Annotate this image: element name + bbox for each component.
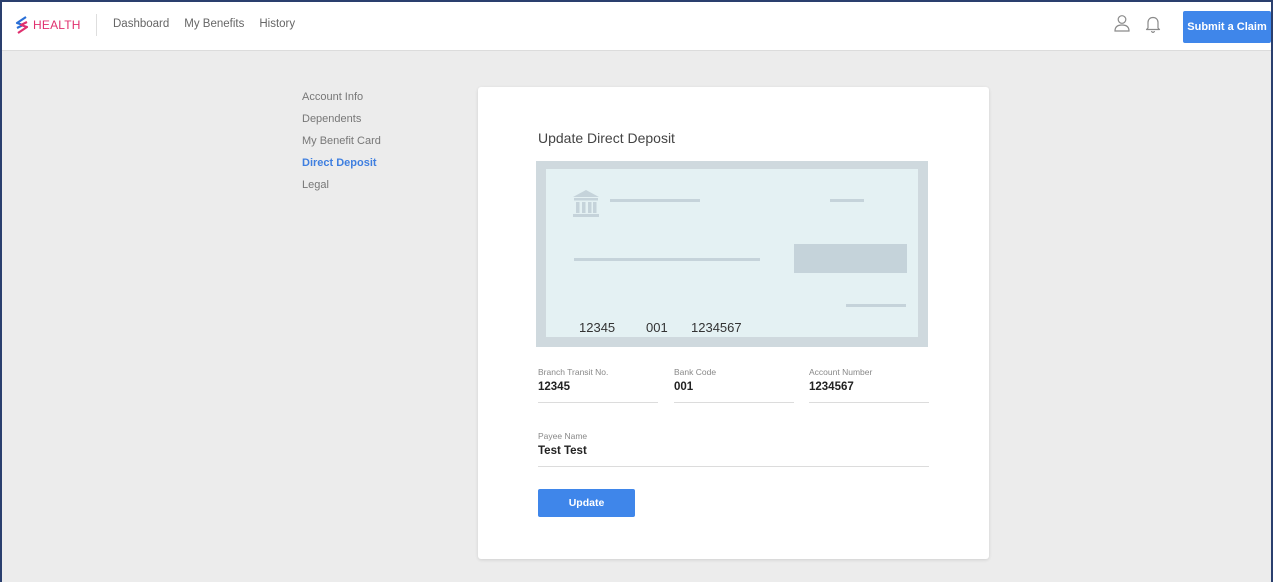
- logo-icon: [15, 16, 29, 34]
- cheque-micr-numbers: 12345 001 1234567: [579, 320, 742, 335]
- bank-icon: [573, 190, 599, 217]
- branch-transit-input[interactable]: [538, 381, 658, 393]
- payee-name-input[interactable]: [538, 445, 929, 457]
- payee-name-field: Payee Name: [538, 431, 929, 467]
- cheque-signature-line: [846, 304, 906, 307]
- bank-code-input[interactable]: [674, 381, 794, 393]
- bell-icon[interactable]: [1142, 13, 1164, 35]
- sidebar-item-direct-deposit[interactable]: Direct Deposit: [302, 156, 381, 178]
- bank-code-label: Bank Code: [674, 367, 717, 377]
- update-button[interactable]: Update: [538, 489, 635, 517]
- sidebar-item-account-info[interactable]: Account Info: [302, 90, 381, 112]
- brand-logo[interactable]: HEALTH: [14, 16, 81, 34]
- submit-claim-button[interactable]: Submit a Claim: [1183, 11, 1271, 43]
- nav-my-benefits[interactable]: My Benefits: [184, 18, 244, 30]
- page-title: Update Direct Deposit: [538, 130, 675, 146]
- direct-deposit-card: Update Direct Deposit 12345 001 1234567: [478, 87, 989, 559]
- cheque-bank-name-line: [610, 199, 700, 202]
- payee-name-label: Payee Name: [538, 431, 588, 441]
- user-icon[interactable]: [1111, 13, 1133, 35]
- cheque-date-line: [830, 199, 864, 202]
- main-nav: Dashboard My Benefits History: [113, 18, 295, 30]
- settings-side-menu: Account Info Dependents My Benefit Card …: [302, 90, 381, 200]
- account-number-field: Account Number: [809, 367, 929, 403]
- account-number-label: Account Number: [809, 367, 873, 377]
- account-number-input[interactable]: [809, 381, 929, 393]
- nav-dashboard[interactable]: Dashboard: [113, 18, 169, 30]
- brand-name: HEALTH: [33, 18, 81, 32]
- cheque-amount-box: [794, 244, 907, 273]
- cheque-illustration: 12345 001 1234567: [536, 161, 928, 347]
- cheque-payee-line: [574, 258, 760, 261]
- branch-transit-label: Branch Transit No.: [538, 367, 609, 377]
- branch-transit-field: Branch Transit No.: [538, 367, 658, 403]
- top-nav-bar: HEALTH Dashboard My Benefits History Sub…: [0, 0, 1273, 51]
- bank-code-field: Bank Code: [674, 367, 794, 403]
- cheque-account-number: 1234567: [691, 320, 742, 335]
- cheque-transit-number: 12345: [579, 320, 616, 335]
- nav-history[interactable]: History: [259, 18, 295, 30]
- cheque-bank-number: 001: [646, 320, 668, 335]
- sidebar-item-my-benefit-card[interactable]: My Benefit Card: [302, 134, 381, 156]
- sidebar-item-dependents[interactable]: Dependents: [302, 112, 381, 134]
- sidebar-item-legal[interactable]: Legal: [302, 178, 381, 200]
- cheque-body: 12345 001 1234567: [546, 169, 918, 337]
- divider: [96, 14, 97, 36]
